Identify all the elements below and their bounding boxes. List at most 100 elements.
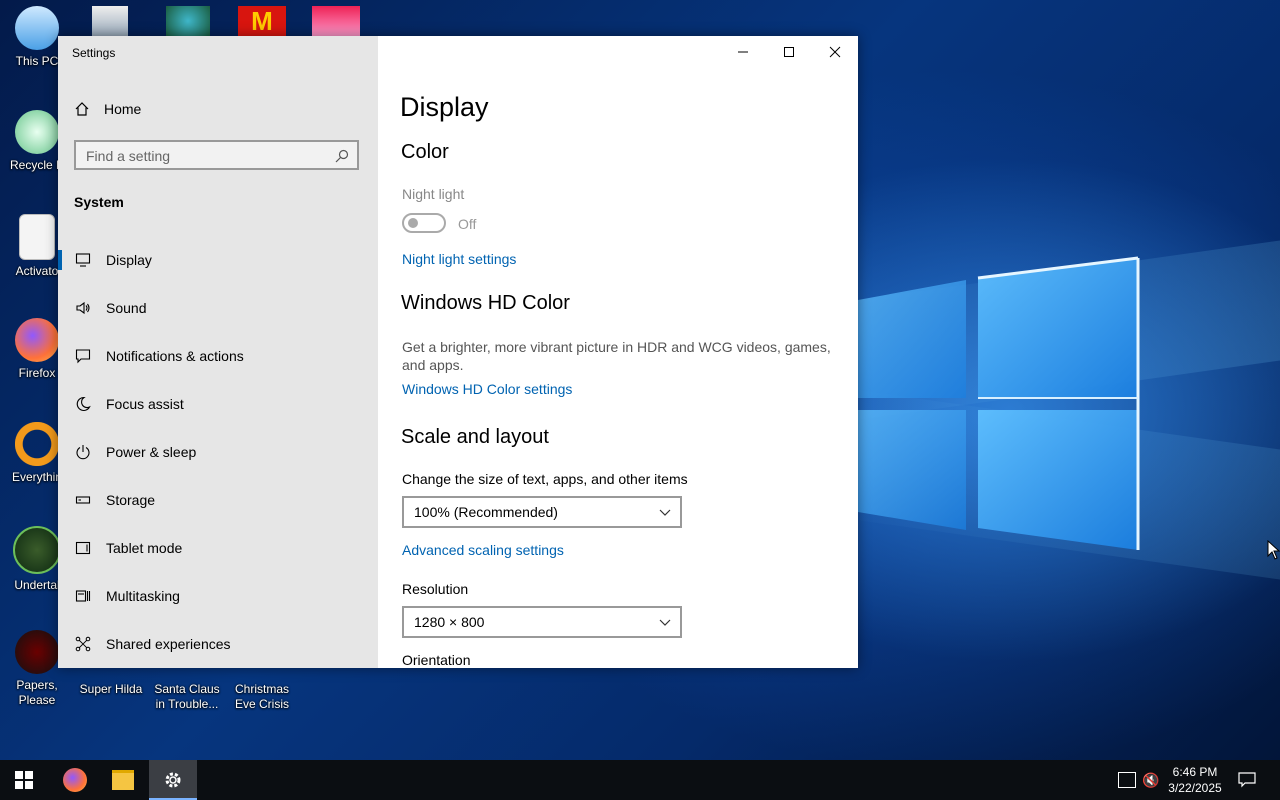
sidebar-item-notifications[interactable]: Notifications & actions (58, 336, 378, 376)
sidebar-item-sound[interactable]: Sound (58, 288, 378, 328)
search-icon[interactable] (335, 149, 349, 163)
desktop-icon-label: Super Hilda (79, 682, 143, 696)
file-icon (19, 214, 55, 260)
chevron-down-icon (659, 509, 671, 516)
system-clock[interactable]: 6:46 PM 3/22/2025 (1160, 764, 1230, 796)
taskbar-file-explorer[interactable] (99, 760, 147, 800)
night-light-settings-link[interactable]: Night light settings (402, 251, 516, 267)
close-button[interactable] (812, 36, 858, 68)
scale-value: 100% (Recommended) (414, 504, 558, 520)
search-placeholder: Find a setting (86, 148, 171, 164)
resolution-value: 1280 × 800 (414, 614, 485, 630)
speaker-icon (76, 301, 90, 315)
action-center-button[interactable] (1234, 768, 1262, 792)
moon-icon (76, 396, 91, 411)
desktop-icon-label: Activato (15, 264, 59, 278)
sidebar-item-power-sleep[interactable]: Power & sleep (58, 432, 378, 472)
notification-icon (1238, 772, 1256, 788)
sidebar-item-storage[interactable]: Storage (58, 480, 378, 520)
taskbar-settings[interactable] (149, 760, 197, 800)
desktop-icon-label: Santa Claus in Trouble... (154, 682, 220, 711)
desktop-icon-label: Christmas Eve Crisis (234, 682, 289, 711)
clock-date: 3/22/2025 (1168, 781, 1222, 795)
sidebar-item-shared-experiences[interactable]: Shared experiences (58, 624, 378, 664)
close-icon (829, 46, 841, 58)
resolution-label: Resolution (402, 581, 469, 597)
orientation-label: Orientation (402, 652, 471, 668)
multitasking-icon (75, 590, 91, 602)
firefox-icon (15, 318, 59, 362)
color-heading: Color (401, 141, 449, 163)
sidebar-item-tablet-mode[interactable]: Tablet mode (58, 528, 378, 568)
page-title: Display (400, 92, 489, 122)
night-light-state: Off (458, 216, 477, 232)
magnifier-icon (15, 422, 59, 466)
taskbar-firefox[interactable] (51, 760, 99, 800)
resolution-dropdown[interactable]: 1280 × 800 (402, 606, 682, 638)
scale-heading: Scale and layout (401, 426, 549, 448)
settings-window: Settings Home Find a setting System Disp… (58, 36, 858, 668)
sidebar-item-label: Shared experiences (106, 636, 231, 652)
recycle-bin-icon (15, 110, 59, 154)
papers-please-icon (15, 630, 59, 674)
minimize-icon (738, 51, 748, 53)
scale-size-label: Change the size of text, apps, and other… (402, 471, 688, 487)
tablet-icon (75, 541, 91, 555)
desktop-icon-label: Firefox (18, 366, 56, 380)
sidebar-item-display[interactable]: Display (58, 240, 378, 280)
desktop-icon-game-1[interactable] (92, 6, 128, 36)
desktop-icon-game-2[interactable] (166, 6, 210, 36)
desktop-icon-label: Recycle B (9, 158, 65, 172)
mouse-cursor-icon (1267, 540, 1280, 560)
folder-icon (112, 770, 134, 790)
scale-dropdown[interactable]: 100% (Recommended) (402, 496, 682, 528)
desktop-icon-label: Undertal (14, 578, 60, 592)
notification-icon (75, 349, 91, 364)
minimize-button[interactable] (720, 36, 766, 68)
night-light-toggle[interactable] (402, 213, 446, 233)
sidebar-item-label: Sound (106, 300, 147, 316)
toggle-knob (408, 218, 418, 228)
firefox-icon (63, 768, 87, 792)
desktop-icon-super-hilda[interactable]: Super Hilda (74, 666, 148, 697)
home-link[interactable]: Home (74, 98, 141, 120)
volume-muted-icon[interactable]: 🔇 (1142, 772, 1159, 789)
settings-sidebar: Settings Home Find a setting System Disp… (58, 36, 378, 668)
hdr-heading: Windows HD Color (401, 292, 570, 314)
sidebar-item-label: Tablet mode (106, 540, 183, 556)
sidebar-item-label: Notifications & actions (106, 348, 244, 364)
sidebar-item-label: Storage (106, 492, 156, 508)
network-icon[interactable] (1118, 772, 1136, 788)
maximize-icon (784, 47, 794, 57)
desktop-icon-label: Everythin (11, 470, 63, 484)
chevron-down-icon (659, 619, 671, 626)
desktop-icon-santa-claus[interactable]: Santa Claus in Trouble... (150, 666, 224, 712)
advanced-scaling-link[interactable]: Advanced scaling settings (402, 542, 564, 558)
sidebar-item-label: Power & sleep (106, 444, 197, 460)
settings-content: Display Color Night light Off Night ligh… (378, 36, 858, 668)
power-icon (76, 445, 90, 460)
windows-start-icon (15, 771, 33, 789)
start-button[interactable] (0, 760, 48, 800)
clock-time: 6:46 PM (1172, 765, 1218, 779)
monitor-icon (75, 253, 91, 267)
hdr-settings-link[interactable]: Windows HD Color settings (402, 381, 572, 397)
desktop-icon-christmas-eve[interactable]: Christmas Eve Crisis (225, 666, 299, 712)
window-title: Settings (72, 46, 116, 60)
taskbar: 🔇 6:46 PM 3/22/2025 (0, 760, 1280, 800)
home-label: Home (104, 101, 142, 117)
desktop-icon-game-3[interactable]: M (238, 6, 286, 36)
sidebar-item-label: Focus assist (106, 396, 184, 412)
hdr-description: Get a brighter, more vibrant picture in … (402, 339, 831, 373)
sidebar-item-label: Multitasking (106, 588, 180, 604)
sidebar-item-label: Display (106, 252, 152, 268)
maximize-button[interactable] (766, 36, 812, 68)
desktop-icon-game-4[interactable] (312, 6, 360, 36)
sidebar-item-multitasking[interactable]: Multitasking (58, 576, 378, 616)
desktop-icon-label: This PC (15, 54, 59, 68)
search-input[interactable]: Find a setting (74, 140, 359, 170)
computer-icon (15, 6, 59, 50)
share-icon (75, 636, 91, 652)
windows-logo (858, 256, 1140, 550)
sidebar-item-focus-assist[interactable]: Focus assist (58, 384, 378, 424)
